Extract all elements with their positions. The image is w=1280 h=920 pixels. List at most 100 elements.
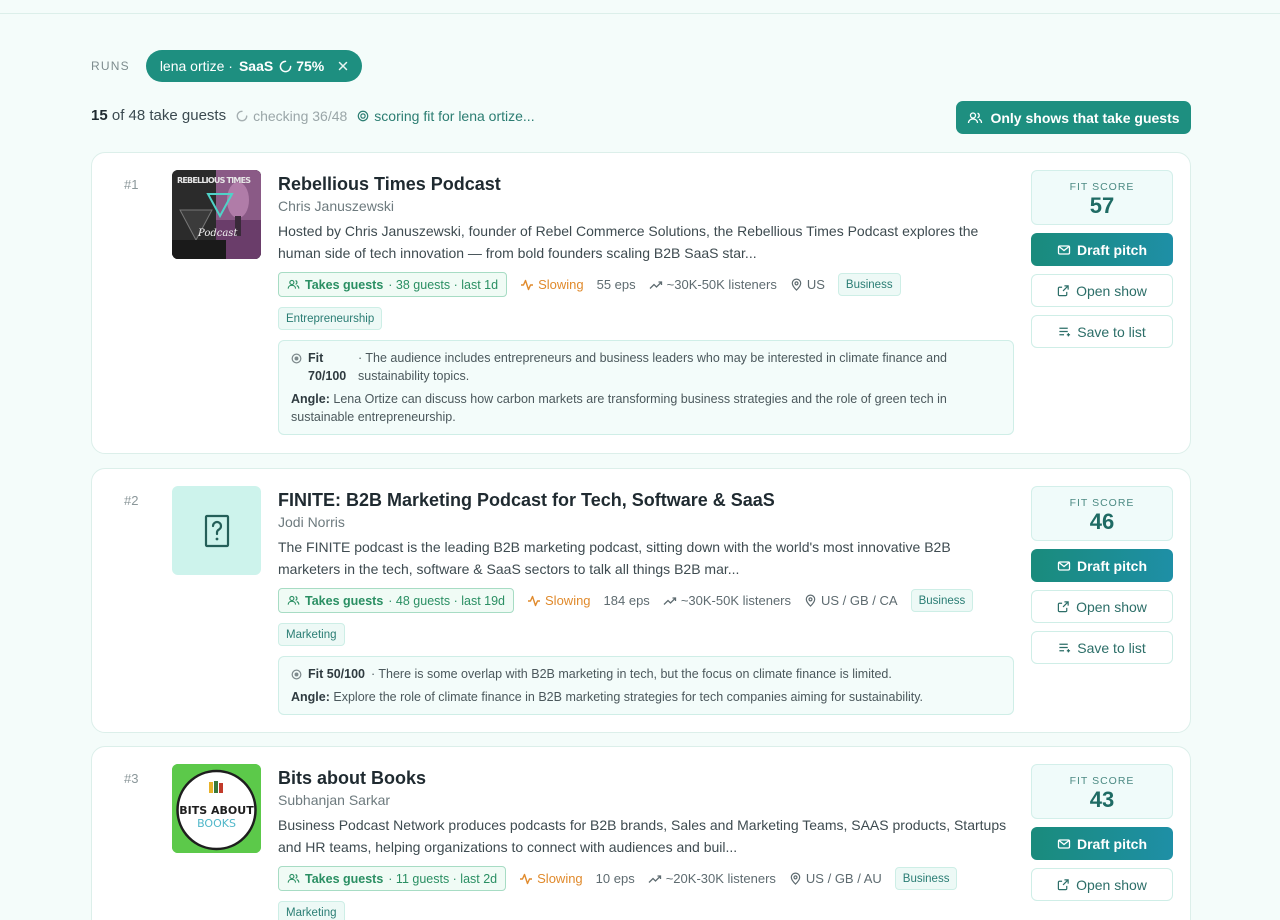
result-card: #1 REBELLIOUS TIMES Podcast Rebellious T… bbox=[91, 152, 1191, 454]
draft-pitch-button[interactable]: Draft pitch bbox=[1031, 549, 1173, 582]
podcast-cover[interactable]: BITS ABOUT BOOKS bbox=[172, 764, 261, 853]
listeners-stat: ~30K-50K listeners bbox=[649, 277, 777, 292]
checking-status: checking 36/48 bbox=[236, 108, 347, 124]
result-card: #2 FINITE: B2B Marketing Podcast for Tec… bbox=[91, 468, 1191, 733]
location-text: US / GB / AU bbox=[805, 871, 882, 886]
open-show-label: Open show bbox=[1076, 598, 1147, 615]
podcast-meta: Takes guests · 11 guests · last 2d Slowi… bbox=[278, 866, 1014, 920]
top-divider bbox=[0, 13, 1280, 14]
category-tag[interactable]: Business bbox=[894, 867, 958, 890]
run-progress: 75% bbox=[279, 58, 324, 74]
map-pin-icon bbox=[790, 872, 801, 885]
scoring-text: scoring fit for lena ortize... bbox=[374, 107, 535, 124]
episode-count: 55 eps bbox=[596, 277, 636, 292]
open-show-button[interactable]: Open show bbox=[1031, 274, 1173, 307]
episode-count: 184 eps bbox=[603, 593, 650, 608]
category-tag[interactable]: Business bbox=[910, 589, 974, 612]
result-card: #3 BITS ABOUT BOOKS Bits about Books Sub… bbox=[91, 746, 1191, 920]
podcast-description: The FINITE podcast is the leading B2B ma… bbox=[278, 539, 951, 577]
category-tag[interactable]: Marketing bbox=[278, 901, 345, 920]
spinner-icon bbox=[279, 60, 292, 72]
users-icon bbox=[287, 873, 300, 883]
external-link-icon bbox=[1057, 601, 1069, 613]
location-text: US bbox=[806, 277, 825, 292]
external-link-icon bbox=[1057, 879, 1069, 891]
takes-guests-label: Takes guests bbox=[305, 593, 384, 608]
category-tag[interactable]: Marketing bbox=[278, 623, 345, 646]
open-show-button[interactable]: Open show bbox=[1031, 868, 1173, 901]
guests-detail: · 48 guests · last 19d bbox=[388, 593, 506, 608]
draft-pitch-button[interactable]: Draft pitch bbox=[1031, 233, 1173, 266]
draft-pitch-button[interactable]: Draft pitch bbox=[1031, 827, 1173, 860]
podcast-cover-placeholder[interactable] bbox=[172, 486, 261, 575]
angle-text: Lena Ortize can discuss how carbon marke… bbox=[291, 392, 947, 424]
angle-label: Angle: bbox=[291, 392, 330, 406]
trending-up-icon bbox=[648, 874, 661, 883]
location-text: US / GB / CA bbox=[821, 593, 898, 608]
fit-analysis: Fit 50/100 · There is some overlap with … bbox=[278, 656, 1014, 715]
podcast-cover-text-2: BOOKS bbox=[197, 817, 236, 830]
activity-icon bbox=[521, 279, 534, 290]
target-icon bbox=[291, 353, 302, 364]
results-count-bold: 15 bbox=[91, 107, 108, 124]
podcast-cover-text-2: Podcast bbox=[197, 228, 238, 239]
fit-text: · There is some overlap with B2B marketi… bbox=[370, 667, 892, 681]
podcast-meta: Takes guests · 38 guests · last 1d Slowi… bbox=[278, 272, 1014, 330]
close-icon[interactable] bbox=[336, 59, 350, 73]
podcast-title[interactable]: FINITE: B2B Marketing Podcast for Tech, … bbox=[278, 489, 1014, 511]
podcast-cover[interactable]: REBELLIOUS TIMES Podcast bbox=[172, 170, 261, 259]
open-show-button[interactable]: Open show bbox=[1031, 590, 1173, 623]
run-pill[interactable]: lena ortize · SaaS 75% bbox=[145, 50, 363, 82]
podcast-description: Business Podcast Network produces podcas… bbox=[278, 817, 1007, 855]
category-tag[interactable]: Business bbox=[837, 273, 901, 296]
trend-status: Slowing bbox=[527, 593, 591, 608]
runs-row: RUNS lena ortize · SaaS 75% bbox=[91, 50, 363, 82]
listeners-text: ~30K-50K listeners bbox=[680, 593, 792, 608]
save-to-list-button[interactable]: Save to list bbox=[1031, 631, 1173, 664]
podcast-host: Chris Januszewski bbox=[278, 198, 394, 214]
result-actions: FIT SCORE 46 Draft pitch Open show Save … bbox=[1031, 486, 1173, 664]
fit-label-group: Fit 50/100 bbox=[291, 665, 365, 683]
podcast-cover-text: BITS ABOUT bbox=[179, 804, 254, 817]
mail-icon bbox=[1057, 838, 1071, 849]
result-body: Bits about Books Subhanjan Sarkar Busine… bbox=[278, 767, 1014, 920]
result-body: Rebellious Times Podcast Chris Januszews… bbox=[278, 173, 1014, 435]
users-icon bbox=[287, 595, 300, 605]
fit-score-label: FIT SCORE bbox=[1069, 181, 1135, 193]
takes-guests-filter-button[interactable]: Only shows that take guests bbox=[956, 101, 1191, 134]
fit-label-group: Fit 70/100 bbox=[291, 349, 352, 385]
list-plus-icon bbox=[1059, 643, 1071, 653]
podcast-host: Subhanjan Sarkar bbox=[278, 792, 391, 808]
listeners-text: ~20K-30K listeners bbox=[665, 871, 776, 886]
trend-label: Slowing bbox=[545, 593, 591, 608]
fit-score-value: 43 bbox=[1089, 787, 1115, 812]
takes-guests-label: Takes guests bbox=[305, 277, 384, 292]
draft-pitch-label: Draft pitch bbox=[1077, 241, 1147, 258]
fit-score-label: FIT SCORE bbox=[1069, 775, 1135, 787]
runs-label: RUNS bbox=[91, 59, 130, 73]
open-show-label: Open show bbox=[1076, 282, 1147, 299]
listeners-text: ~30K-50K listeners bbox=[666, 277, 777, 292]
takes-guests-badge: Takes guests · 48 guests · last 19d bbox=[278, 588, 515, 613]
category-tag[interactable]: Entrepreneurship bbox=[278, 307, 383, 330]
results-count: 15 of 48 take guests bbox=[91, 107, 226, 124]
results-count-rest: of 48 take guests bbox=[111, 107, 227, 124]
run-name: lena ortize · bbox=[159, 58, 233, 74]
podcast-cover-text: REBELLIOUS TIMES bbox=[177, 176, 251, 185]
checking-text: checking 36/48 bbox=[253, 107, 348, 124]
location-stat: US bbox=[790, 277, 825, 292]
takes-guests-badge: Takes guests · 38 guests · last 1d bbox=[278, 272, 508, 297]
save-to-list-button[interactable]: Save to list bbox=[1031, 315, 1173, 348]
target-icon bbox=[291, 669, 302, 680]
users-icon bbox=[968, 111, 983, 123]
podcast-title[interactable]: Rebellious Times Podcast bbox=[278, 173, 1014, 195]
fit-score-label: FIT SCORE bbox=[1069, 497, 1135, 509]
draft-pitch-label: Draft pitch bbox=[1077, 557, 1147, 574]
pitch-angle: Angle: Explore the role of climate finan… bbox=[291, 688, 1001, 706]
result-rank: #1 bbox=[124, 177, 139, 192]
podcast-meta: Takes guests · 48 guests · last 19d Slow… bbox=[278, 588, 1014, 646]
podcast-description: Hosted by Chris Januszewski, founder of … bbox=[278, 223, 979, 261]
podcast-title[interactable]: Bits about Books bbox=[278, 767, 1014, 789]
result-rank: #3 bbox=[124, 771, 139, 786]
angle-label: Angle: bbox=[291, 690, 330, 704]
